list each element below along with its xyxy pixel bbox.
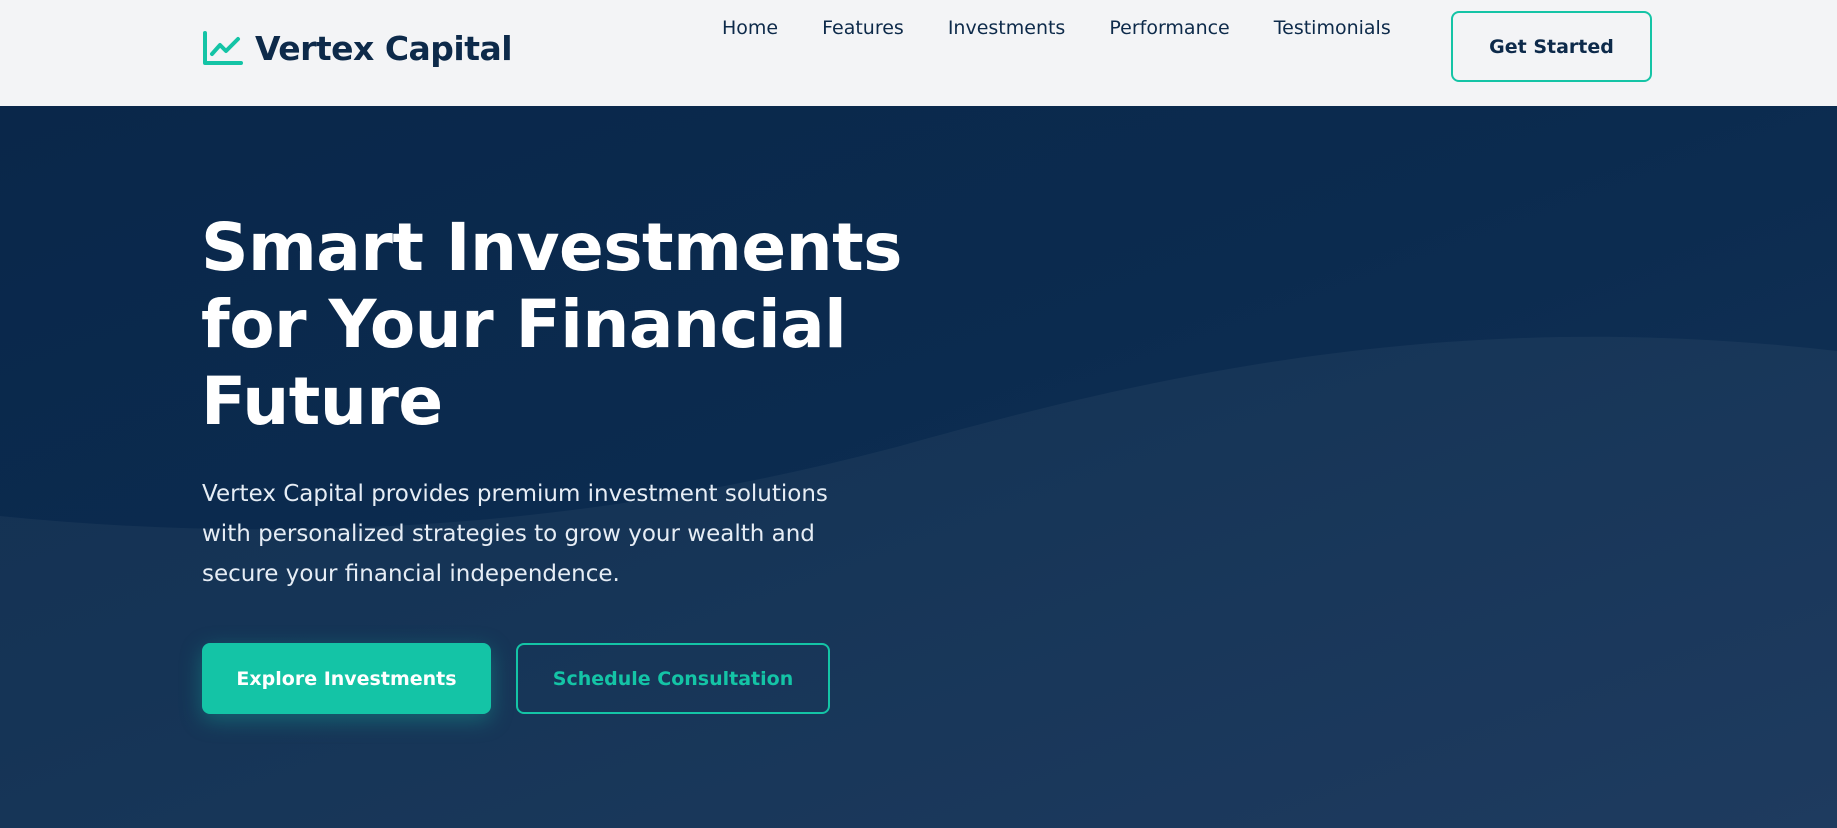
nav-item-performance[interactable]: Performance [1109,17,1229,39]
nav-item-investments[interactable]: Investments [948,17,1066,39]
nav-item-home[interactable]: Home [722,17,778,39]
hero-title: Smart Investments for Your Financial Fut… [201,209,902,440]
schedule-consultation-button[interactable]: Schedule Consultation [516,643,830,714]
brand-name: Vertex Capital [255,28,513,68]
site-header: Vertex Capital Home Features Investments… [0,0,1837,106]
main-nav: Home Features Investments Performance Te… [722,16,1391,40]
get-started-button[interactable]: Get Started [1451,11,1652,82]
hero-section: Smart Investments for Your Financial Fut… [0,106,1837,828]
chart-line-icon [203,31,243,65]
nav-item-features[interactable]: Features [822,17,904,39]
hero-description: Vertex Capital provides premium investme… [202,481,828,587]
explore-investments-button[interactable]: Explore Investments [202,643,491,714]
brand-logo[interactable]: Vertex Capital [201,28,513,68]
nav-item-testimonials[interactable]: Testimonials [1274,17,1391,39]
